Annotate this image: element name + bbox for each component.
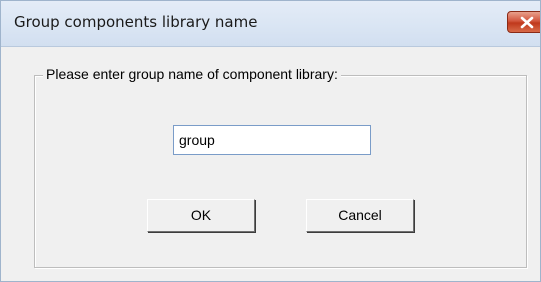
close-button[interactable]: [507, 11, 540, 33]
group-box-legend: Please enter group name of component lib…: [43, 66, 341, 82]
cancel-button[interactable]: Cancel: [306, 199, 414, 232]
window-title: Group components library name: [14, 13, 258, 31]
title-bar[interactable]: Group components library name: [1, 1, 540, 47]
group-name-input[interactable]: [173, 125, 371, 155]
ok-button[interactable]: OK: [147, 199, 255, 232]
group-box-frame: [34, 75, 527, 268]
dialog-window: Group components library name Please ent…: [0, 0, 541, 282]
close-icon: [520, 16, 534, 29]
